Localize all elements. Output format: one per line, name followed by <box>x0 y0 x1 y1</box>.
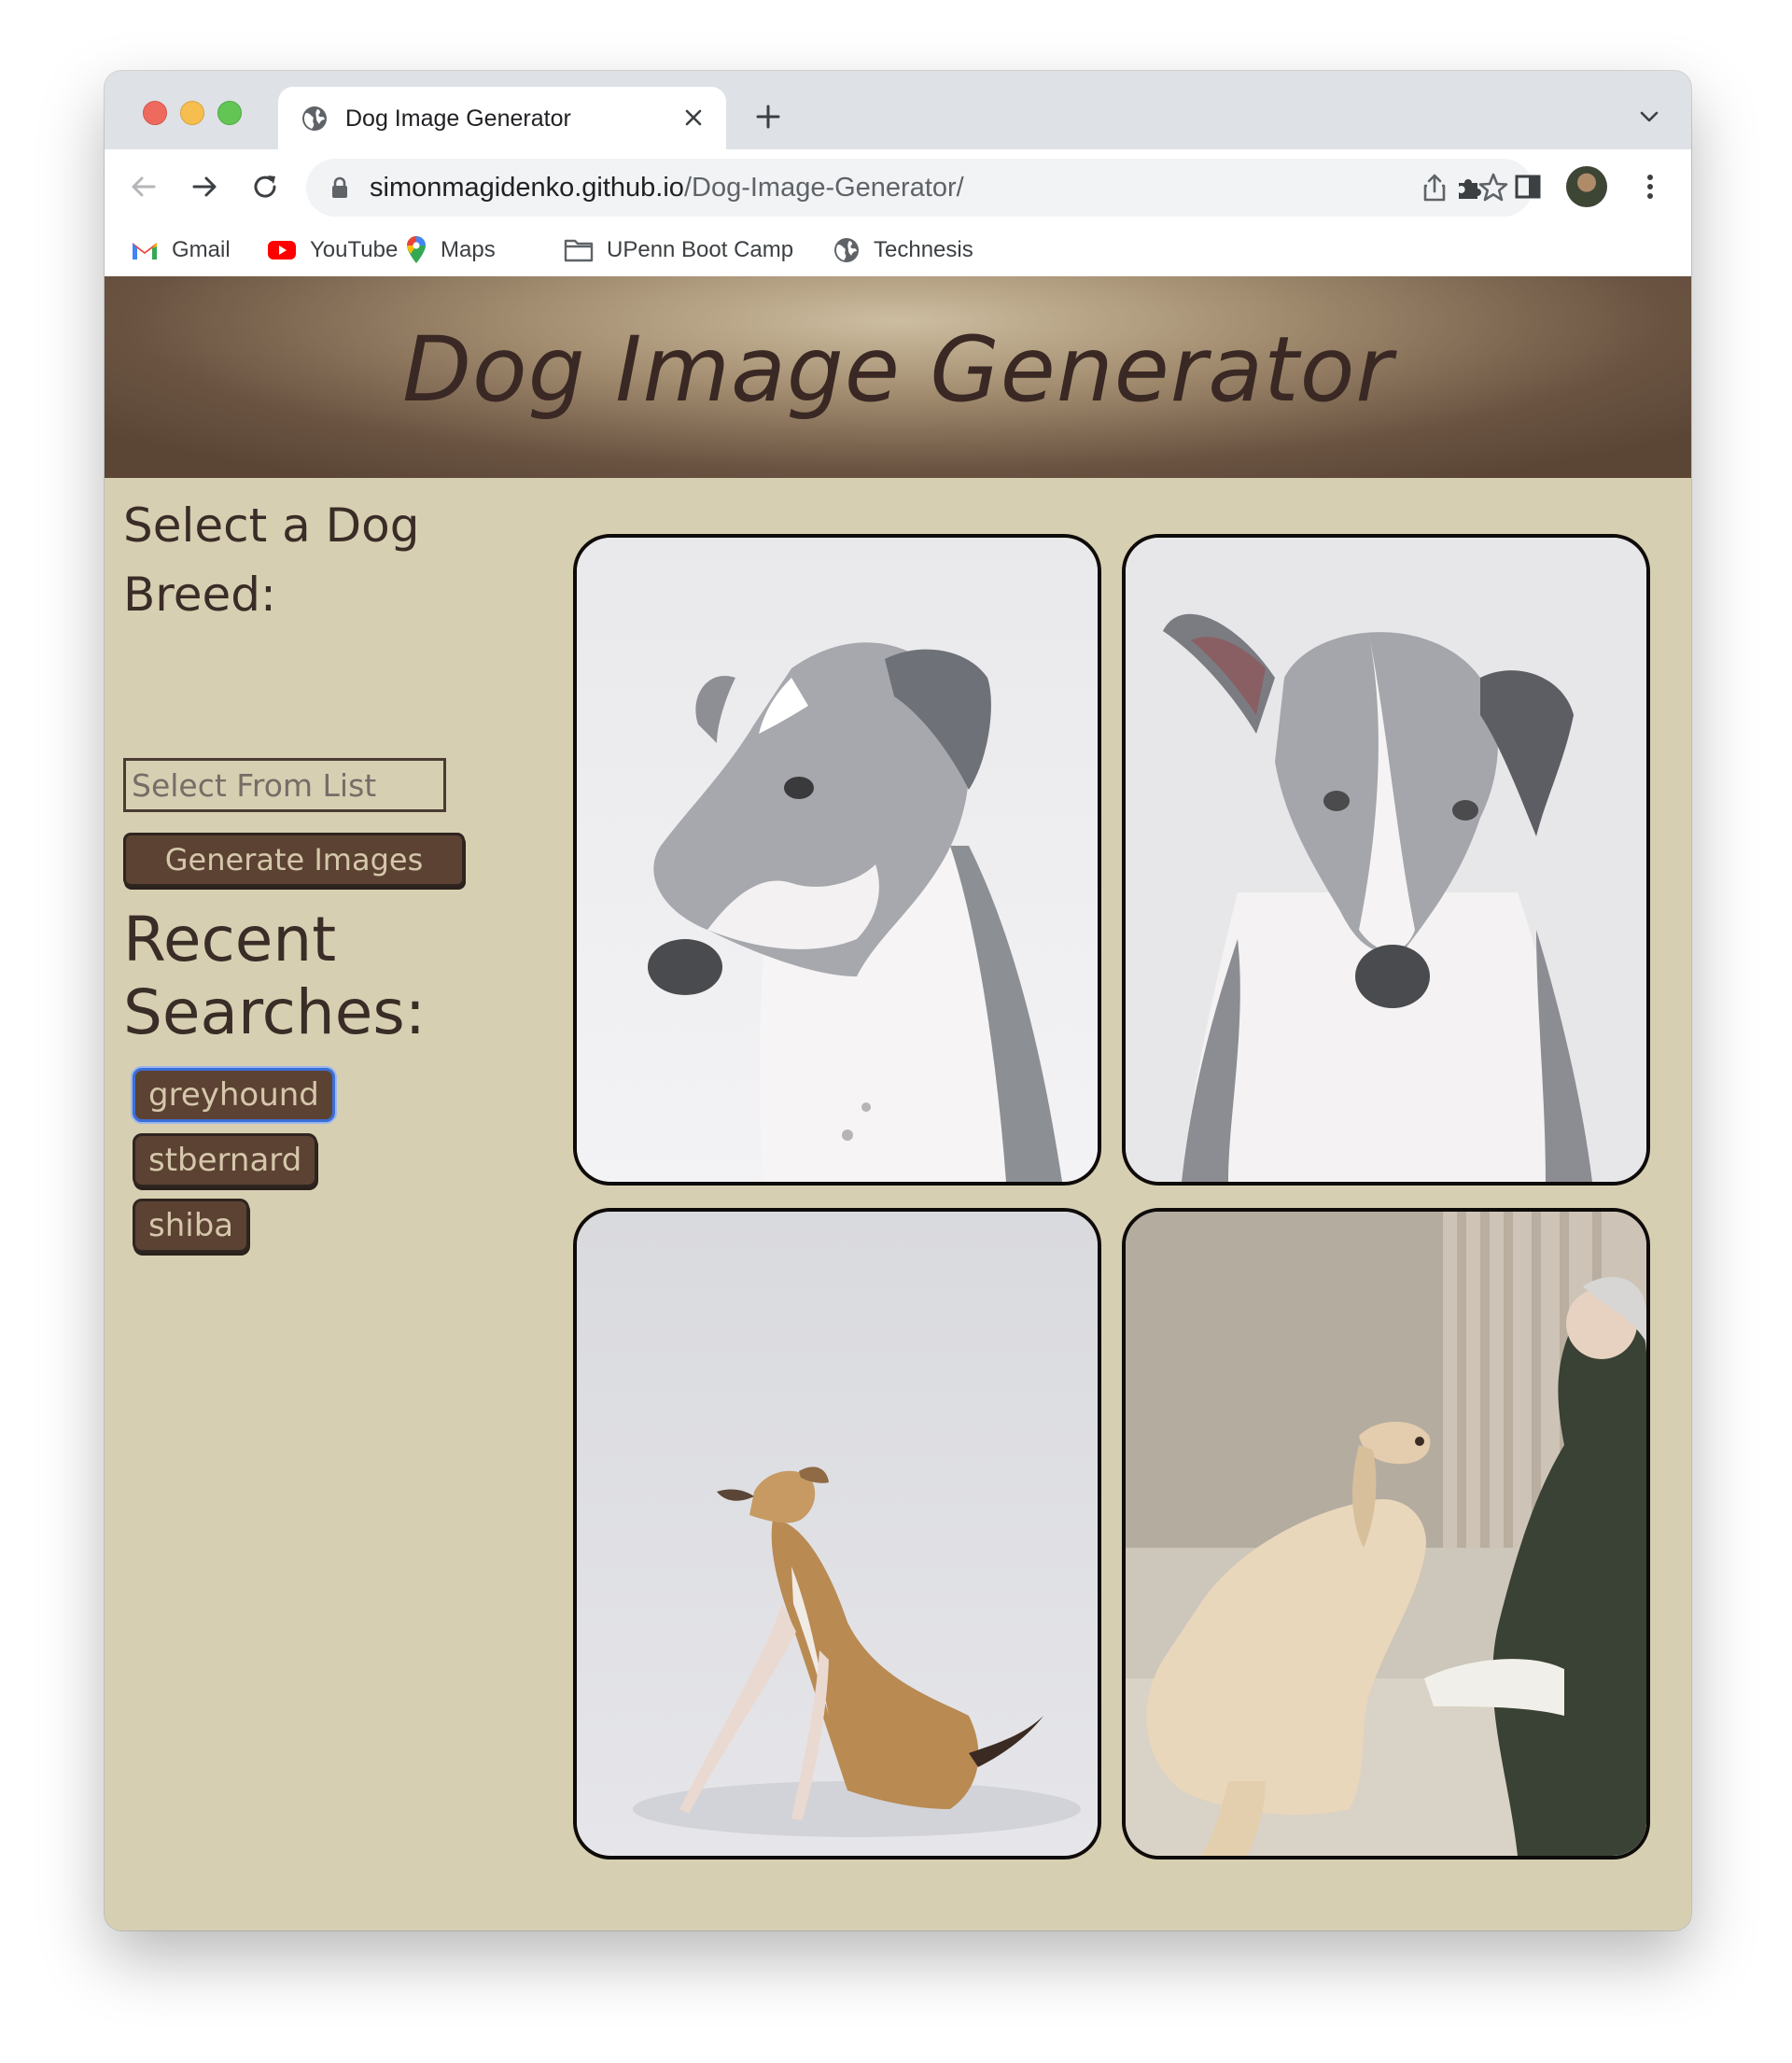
folder-icon <box>564 239 594 262</box>
close-icon <box>685 109 702 126</box>
lock-icon <box>332 176 347 198</box>
share-icon[interactable] <box>1419 172 1450 203</box>
recent-search-greyhound[interactable]: greyhound <box>133 1068 335 1122</box>
dog-image-2 <box>1122 534 1650 1186</box>
chevron-down-icon <box>1640 111 1659 122</box>
bookmark-label: Gmail <box>172 237 231 262</box>
recent-search-shiba[interactable]: shiba <box>133 1199 250 1253</box>
breed-input[interactable] <box>123 758 446 812</box>
minimize-window-button[interactable] <box>180 101 204 125</box>
dog-photo-greyhound-left <box>577 538 1098 1182</box>
page-title: Dog Image Generator <box>402 317 1393 422</box>
recent-searches-heading-line2: Searches: <box>123 976 426 1048</box>
youtube-icon <box>268 241 296 260</box>
page-content: Dog Image Generator Select a Dog Breed: … <box>105 276 1691 1930</box>
dog-photo-greyhound-front <box>1126 538 1646 1182</box>
browser-menu-button[interactable] <box>1630 166 1671 207</box>
arrow-right-icon <box>192 176 217 197</box>
bookmark-label: YouTube <box>310 237 399 262</box>
browser-toolbar: simonmagidenko.github.io/Dog-Image-Gener… <box>105 149 1691 224</box>
extensions-button[interactable] <box>1449 166 1490 207</box>
reload-icon <box>254 175 276 198</box>
bookmark-folder-upenn[interactable]: UPenn Boot Camp <box>564 235 793 265</box>
close-window-button[interactable] <box>143 101 167 125</box>
maps-icon <box>407 236 426 263</box>
globe-icon <box>834 238 859 262</box>
tab-strip: Dog Image Generator <box>105 71 1691 149</box>
bookmark-youtube[interactable]: YouTube <box>267 235 398 265</box>
bookmark-gmail[interactable]: Gmail <box>131 235 231 265</box>
bookmarks-bar: Gmail YouTube Maps UPenn Boot Camp Techn… <box>105 224 1691 277</box>
url-host: simonmagidenko.github.io <box>370 173 684 203</box>
more-vertical-icon <box>1647 175 1653 199</box>
new-tab-button[interactable] <box>749 97 788 136</box>
dog-image-1 <box>573 534 1101 1186</box>
generate-images-button[interactable]: Generate Images <box>123 833 465 887</box>
browser-window: Dog Image Generator simonmagidenko.githu… <box>105 71 1691 1930</box>
bookmark-label: Maps <box>441 237 496 262</box>
reload-button[interactable] <box>245 166 286 207</box>
dog-photo-afghan-hound <box>1126 1212 1646 1856</box>
bookmark-label: UPenn Boot Camp <box>607 237 794 262</box>
back-button[interactable] <box>123 166 164 207</box>
recent-search-stbernard[interactable]: stbernard <box>133 1133 318 1187</box>
bookmark-maps[interactable]: Maps <box>405 235 496 265</box>
dog-image-4 <box>1122 1208 1650 1860</box>
tab-search-button[interactable] <box>1635 103 1663 131</box>
globe-icon <box>302 106 327 131</box>
dog-photo-italian-greyhound <box>577 1212 1098 1856</box>
tab-dog-image-generator[interactable]: Dog Image Generator <box>278 87 726 149</box>
gmail-icon <box>133 243 157 260</box>
url-text: simonmagidenko.github.io/Dog-Image-Gener… <box>370 173 964 203</box>
close-tab-button[interactable] <box>678 102 709 133</box>
side-panel-icon <box>1515 175 1541 199</box>
tab-title: Dog Image Generator <box>345 105 571 132</box>
maximize-window-button[interactable] <box>217 101 242 125</box>
url-path: /Dog-Image-Generator/ <box>683 173 964 203</box>
side-panel-button[interactable] <box>1507 166 1548 207</box>
profile-avatar[interactable] <box>1566 166 1607 207</box>
page-header: Dog Image Generator <box>105 276 1691 478</box>
plus-icon <box>756 105 780 129</box>
arrow-left-icon <box>132 176 156 197</box>
forward-button[interactable] <box>184 166 225 207</box>
address-bar[interactable]: simonmagidenko.github.io/Dog-Image-Gener… <box>306 159 1533 217</box>
select-breed-heading-line1: Select a Dog <box>123 498 420 553</box>
recent-searches-heading-line1: Recent <box>123 904 337 975</box>
dog-image-3 <box>573 1208 1101 1860</box>
bookmark-technesis[interactable]: Technesis <box>833 235 973 265</box>
select-breed-heading-line2: Breed: <box>123 568 276 622</box>
bookmark-label: Technesis <box>874 237 973 262</box>
puzzle-icon <box>1459 179 1481 199</box>
